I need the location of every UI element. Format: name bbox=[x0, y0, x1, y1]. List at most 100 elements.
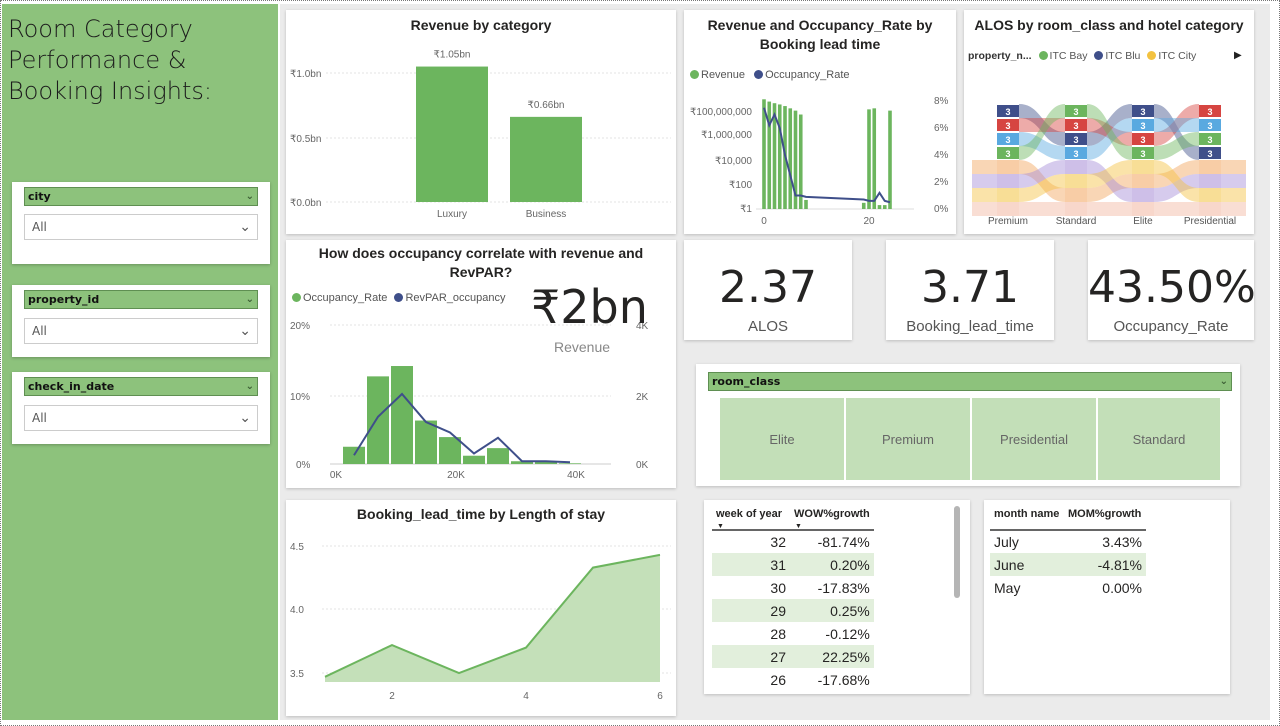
alos-ribbon-chart[interactable]: 3333333333333333 Premium Standard Elite … bbox=[964, 10, 1254, 234]
mom-growth-table[interactable]: month name MOM%growth July 3.43% June -4.81… bbox=[984, 500, 1230, 694]
table-row[interactable]: 32 -81.74% bbox=[712, 530, 874, 553]
table-row[interactable]: 31 0.20% bbox=[712, 553, 874, 576]
ribbon[interactable] bbox=[1221, 202, 1246, 216]
ribbon[interactable] bbox=[972, 160, 997, 174]
check-in-date-slicer[interactable]: check_in_date ⌄ All ⌄ bbox=[12, 372, 270, 444]
table-row[interactable]: 26 -17.68% bbox=[712, 668, 874, 691]
slicer-header[interactable]: city ⌄ bbox=[24, 187, 258, 206]
city-slicer[interactable]: city ⌄ All ⌄ bbox=[12, 182, 270, 264]
revenue-bar[interactable] bbox=[882, 205, 887, 209]
occupancy-correlation-card[interactable]: How does occupancy correlate with revenu… bbox=[286, 240, 676, 488]
ribbon[interactable] bbox=[972, 188, 997, 202]
ribbon-block[interactable] bbox=[1132, 160, 1154, 174]
chevron-down-icon[interactable]: ⌄ bbox=[239, 215, 251, 239]
column-header[interactable]: week of year ▼ bbox=[712, 508, 790, 531]
check-in-date-dropdown[interactable]: All ⌄ bbox=[24, 405, 258, 431]
revenue-bar[interactable] bbox=[888, 110, 892, 209]
slicer-header[interactable]: check_in_date ⌄ bbox=[24, 377, 258, 396]
table-row[interactable]: June -4.81% bbox=[990, 553, 1146, 576]
revenue-bar[interactable] bbox=[788, 108, 793, 209]
ribbon-block[interactable] bbox=[1199, 160, 1221, 174]
revenue-bar[interactable] bbox=[861, 202, 866, 209]
slicer-header[interactable]: property_id ⌄ bbox=[24, 290, 258, 309]
revenue-bar[interactable] bbox=[777, 104, 782, 209]
ribbon[interactable] bbox=[1019, 202, 1065, 216]
sort-icon[interactable]: ▼ bbox=[795, 523, 802, 530]
ribbon-block[interactable] bbox=[1199, 188, 1221, 202]
occupancy-bar[interactable] bbox=[487, 448, 509, 464]
revenue-bar[interactable] bbox=[762, 99, 766, 209]
column-header[interactable]: MOM%growth bbox=[1064, 508, 1146, 531]
ribbon-block[interactable] bbox=[997, 160, 1019, 174]
ribbon-block[interactable] bbox=[1199, 174, 1221, 188]
table-row[interactable]: May 0.00% bbox=[990, 576, 1146, 599]
ribbon-block[interactable] bbox=[1065, 188, 1087, 202]
ribbon[interactable] bbox=[972, 174, 997, 188]
room-class-tile-standard[interactable]: Standard bbox=[1098, 398, 1220, 480]
property-id-dropdown[interactable]: All ⌄ bbox=[24, 318, 258, 344]
ribbon-block[interactable] bbox=[997, 202, 1019, 216]
chevron-down-icon[interactable]: ⌄ bbox=[246, 188, 254, 205]
legend-next-icon[interactable]: ▶ bbox=[1234, 50, 1242, 61]
kpi-card-booking-lead-time[interactable]: 3.71 Booking_lead_time bbox=[886, 240, 1054, 340]
revenue-bar[interactable] bbox=[872, 108, 877, 209]
table-row[interactable]: 29 0.25% bbox=[712, 599, 874, 622]
column-header[interactable]: WOW%growth ▼ bbox=[790, 508, 874, 531]
bar[interactable] bbox=[510, 116, 582, 202]
occupancy-bar[interactable] bbox=[343, 446, 365, 464]
occupancy-line[interactable] bbox=[763, 107, 891, 204]
ribbon-block[interactable] bbox=[1132, 174, 1154, 188]
occupancy-bar[interactable] bbox=[439, 437, 461, 464]
revenue-by-category-chart[interactable]: ₹1.0bn ₹0.5bn ₹0.0bn ₹1.05bn Luxury ₹0.66b… bbox=[286, 10, 676, 234]
ribbon-block[interactable] bbox=[1199, 202, 1221, 216]
revenue-bar[interactable] bbox=[877, 205, 882, 209]
ribbon[interactable] bbox=[1154, 118, 1199, 132]
city-dropdown[interactable]: All ⌄ bbox=[24, 214, 258, 240]
chevron-down-icon[interactable]: ⌄ bbox=[246, 291, 254, 308]
ribbon[interactable] bbox=[1221, 160, 1246, 174]
occupancy-bar[interactable] bbox=[367, 376, 389, 464]
table-row[interactable]: 27 22.25% bbox=[712, 645, 874, 668]
property-id-slicer[interactable]: property_id ⌄ All ⌄ bbox=[12, 285, 270, 357]
bar[interactable] bbox=[416, 66, 488, 202]
ribbon-block[interactable] bbox=[1065, 160, 1087, 174]
table-row[interactable]: 30 -17.83% bbox=[712, 576, 874, 599]
ribbon-block[interactable] bbox=[1065, 202, 1087, 216]
ribbon-block[interactable] bbox=[997, 188, 1019, 202]
room-class-slicer[interactable]: room_class ⌄ Elite Premium Presidential … bbox=[696, 364, 1240, 486]
room-class-tile-premium[interactable]: Premium bbox=[846, 398, 970, 480]
alos-card[interactable]: ALOS by room_class and hotel category pr… bbox=[964, 10, 1254, 234]
column-header[interactable]: month name bbox=[990, 508, 1064, 531]
sort-icon[interactable]: ▼ bbox=[717, 523, 724, 530]
room-class-tile-presidential[interactable]: Presidential bbox=[972, 398, 1096, 480]
table-row[interactable]: July 3.43% bbox=[990, 530, 1146, 553]
ribbon-block[interactable] bbox=[1132, 202, 1154, 216]
revenue-by-category-card[interactable]: Revenue by category ₹1.0bn ₹0.5bn ₹0.0bn… bbox=[286, 10, 676, 234]
ribbon[interactable] bbox=[972, 202, 997, 216]
ribbon[interactable] bbox=[1221, 188, 1246, 202]
lead-time-card[interactable]: Revenue and Occupancy_Rate by Booking le… bbox=[684, 10, 956, 234]
occupancy-bar[interactable] bbox=[391, 366, 413, 464]
ribbon-block[interactable] bbox=[997, 174, 1019, 188]
occupancy-bar[interactable] bbox=[415, 420, 437, 464]
revenue-bar[interactable] bbox=[867, 109, 871, 209]
ribbon-block[interactable] bbox=[1132, 188, 1154, 202]
table-scrollbar[interactable] bbox=[954, 506, 960, 598]
ribbon-block[interactable] bbox=[1065, 174, 1087, 188]
wow-growth-table[interactable]: week of year ▼ WOW%growth ▼ 32 -81.74% 31 0.2… bbox=[704, 500, 970, 694]
kpi-card-alos[interactable]: 2.37 ALOS bbox=[684, 240, 852, 340]
kpi-card-occupancy-rate[interactable]: 43.50% Occupancy_Rate bbox=[1088, 240, 1256, 340]
ribbon[interactable] bbox=[1221, 174, 1246, 188]
chevron-down-icon[interactable]: ⌄ bbox=[246, 378, 254, 395]
ribbon[interactable] bbox=[1154, 202, 1199, 216]
revenue-bar[interactable] bbox=[804, 199, 808, 209]
ribbon[interactable] bbox=[1087, 202, 1132, 216]
occupancy-bar[interactable] bbox=[559, 463, 581, 464]
occupancy-bar[interactable] bbox=[463, 455, 485, 464]
table-row[interactable]: 28 -0.12% bbox=[712, 622, 874, 645]
room-class-tile-elite[interactable]: Elite bbox=[720, 398, 844, 480]
los-area-chart[interactable]: 4.5 4.0 3.5 2 4 6 bbox=[286, 500, 676, 716]
chevron-down-icon[interactable]: ⌄ bbox=[239, 319, 251, 343]
chevron-down-icon[interactable]: ⌄ bbox=[1220, 373, 1228, 390]
chevron-down-icon[interactable]: ⌄ bbox=[239, 406, 251, 430]
